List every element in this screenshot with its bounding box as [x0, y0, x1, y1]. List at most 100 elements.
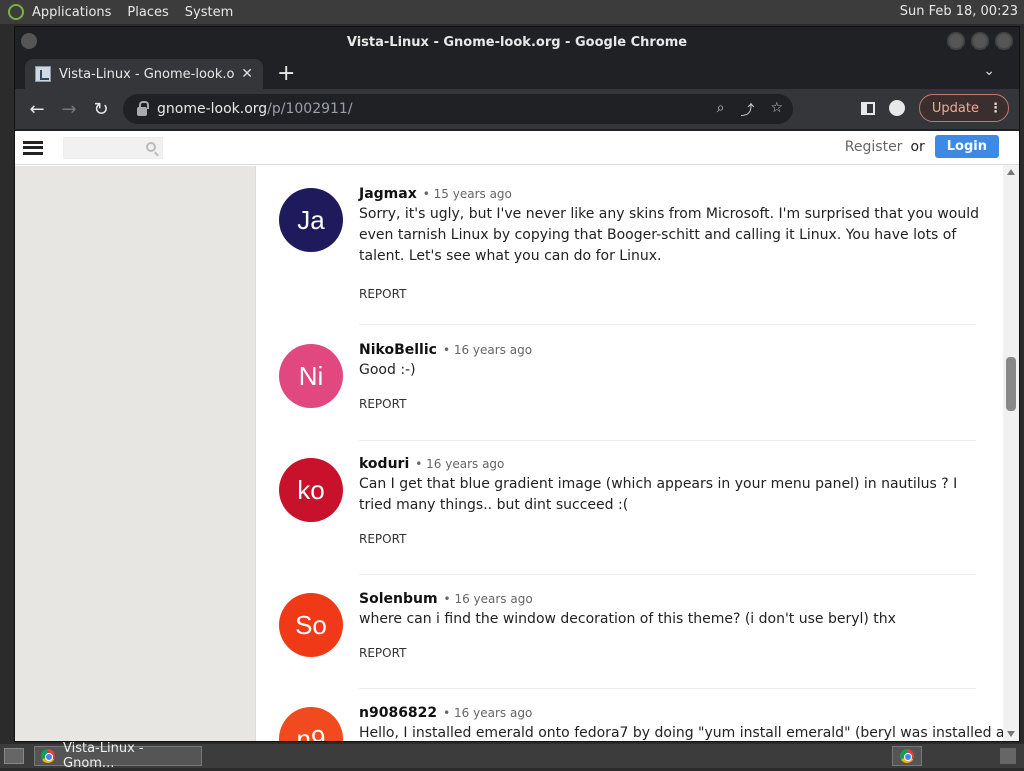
comment-body: NikoBellic • 16 years ago Good :-) REPORT — [359, 342, 979, 411]
comment-header: NikoBellic • 16 years ago — [359, 342, 979, 358]
report-link[interactable]: REPORT — [359, 397, 979, 411]
forward-button[interactable]: → — [53, 99, 85, 120]
site-search-input[interactable] — [63, 136, 163, 159]
comment-username[interactable]: Solenbum — [359, 591, 438, 607]
comment-text: Good :-) — [359, 362, 416, 378]
login-button[interactable]: Login — [934, 135, 999, 158]
scrollbar-thumb[interactable] — [1006, 357, 1016, 411]
window-titlebar[interactable]: Vista-Linux - Gnome-look.org - Google Ch… — [15, 27, 1019, 57]
panel-clock[interactable]: Sun Feb 18, 00:23 — [900, 4, 1018, 19]
avatar[interactable]: So — [279, 593, 343, 657]
avatar-initials: n9 — [296, 723, 326, 742]
tray-chrome-button[interactable] — [892, 746, 922, 766]
tab-active[interactable]: Vista-Linux - Gnome-look.org ✕ — [25, 59, 263, 89]
update-label: Update — [931, 100, 979, 116]
new-tab-button[interactable]: + — [277, 61, 295, 86]
comment-body: Solenbum • 16 years ago where can i find … — [359, 591, 979, 660]
comment-text: where can i find the window decoration o… — [359, 611, 896, 627]
avatar-initials: Ni — [298, 360, 324, 391]
applications-menu[interactable]: Applications — [32, 5, 111, 20]
comment-divider — [359, 574, 976, 575]
avatar[interactable]: Ja — [279, 188, 343, 252]
report-link[interactable]: REPORT — [359, 287, 979, 301]
page-scrollbar[interactable] — [1003, 165, 1019, 741]
hamburger-menu-icon[interactable] — [23, 140, 43, 155]
comment-body: n9086822 • 16 years ago Hello, I installe… — [359, 705, 1003, 741]
chrome-icon — [900, 749, 914, 763]
share-icon[interactable]: ⤴ — [740, 100, 754, 120]
report-link[interactable]: REPORT — [359, 532, 979, 546]
comment-divider — [359, 440, 976, 441]
more-menu-icon[interactable]: ⋮ — [989, 101, 1002, 116]
site-favicon-icon — [35, 66, 51, 82]
avatar-initials: So — [295, 609, 327, 640]
browser-toolbar: ← → ↻ gnome-look.org/p/1002911/ ⌕ ⤴ ☆ Up… — [15, 89, 1019, 129]
page-viewport: Register or Login Ja Jagmax • 15 years ag… — [15, 131, 1019, 741]
or-text: or — [910, 138, 925, 155]
comment-divider — [359, 324, 976, 325]
avatar[interactable]: Ni — [279, 344, 343, 408]
close-tab-icon[interactable]: ✕ — [241, 66, 253, 82]
comments-section: Ja Jagmax • 15 years ago Sorry, it's ugly… — [255, 166, 1003, 741]
avatar[interactable]: n9 — [279, 707, 343, 741]
omnibox-actions: ⌕ ⤴ ☆ — [717, 100, 793, 120]
report-link[interactable]: REPORT — [359, 646, 979, 660]
lock-icon[interactable] — [137, 100, 149, 116]
scroll-down-arrow-icon[interactable] — [1007, 731, 1015, 737]
left-sidebar — [15, 166, 255, 741]
search-icon[interactable]: ⌕ — [717, 100, 725, 120]
comment-divider — [359, 688, 976, 689]
comment-time: • 15 years ago — [422, 187, 512, 201]
tab-search-chevron-icon[interactable]: ⌄ — [983, 63, 995, 79]
window-menu-icon[interactable] — [21, 33, 37, 49]
comment-time: • 16 years ago — [443, 592, 533, 606]
comment-text: Can I get that blue gradient image (whic… — [359, 476, 958, 513]
url-path: /p/1002911/ — [267, 101, 353, 117]
show-desktop-icon[interactable] — [4, 748, 24, 764]
comment-text: Hello, I installed emerald onto fedora7 … — [359, 725, 1003, 741]
register-link[interactable]: Register — [845, 139, 903, 155]
address-bar[interactable]: gnome-look.org/p/1002911/ ⌕ ⤴ ☆ — [123, 94, 793, 124]
update-button[interactable]: Update ⋮ — [918, 94, 1009, 122]
comment-body: Jagmax • 15 years ago Sorry, it's ugly, b… — [359, 186, 979, 301]
avatar-initials: Ja — [297, 204, 325, 235]
scroll-up-arrow-icon[interactable] — [1007, 169, 1015, 175]
comment-time: • 16 years ago — [443, 706, 533, 720]
window-controls — [947, 32, 1013, 50]
chrome-icon — [41, 749, 55, 763]
top-panel: Applications Places System Sun Feb 18, 0… — [0, 0, 1024, 24]
minimize-icon[interactable] — [947, 32, 965, 50]
distro-logo-icon[interactable] — [8, 4, 24, 20]
avatar[interactable]: ko — [279, 458, 343, 522]
maximize-icon[interactable] — [971, 32, 989, 50]
comment-body: koduri • 16 years ago Can I get that blue… — [359, 456, 979, 546]
comment-header: Solenbum • 16 years ago — [359, 591, 979, 607]
taskbar-window-label: Vista-Linux - Gnom... — [63, 741, 144, 771]
comment-username[interactable]: NikoBellic — [359, 342, 437, 358]
window-title: Vista-Linux - Gnome-look.org - Google Ch… — [346, 34, 688, 50]
auth-links: Register or Login — [845, 135, 999, 158]
profile-icon[interactable] — [888, 100, 905, 116]
bottom-taskbar: Vista-Linux - Gnom... — [0, 741, 1024, 771]
url-host: gnome-look.org — [157, 101, 268, 117]
workspace-switcher-icon[interactable] — [1000, 748, 1016, 764]
reload-button[interactable]: ↻ — [85, 99, 117, 120]
comment-username[interactable]: koduri — [359, 456, 409, 472]
site-header: Register or Login — [15, 131, 1019, 165]
bookmark-star-icon[interactable]: ☆ — [770, 100, 783, 120]
back-button[interactable]: ← — [21, 99, 53, 120]
comment-username[interactable]: n9086822 — [359, 705, 437, 721]
taskbar-window-button[interactable]: Vista-Linux - Gnom... — [34, 741, 202, 771]
comment-header: Jagmax • 15 years ago — [359, 186, 979, 202]
browser-window: Vista-Linux - Gnome-look.org - Google Ch… — [14, 26, 1020, 742]
comment-username[interactable]: Jagmax — [359, 186, 417, 202]
avatar-initials: ko — [297, 474, 325, 505]
toolbar-right: Update ⋮ — [860, 94, 1009, 122]
close-window-icon[interactable] — [995, 32, 1013, 50]
side-panel-icon[interactable] — [860, 101, 875, 115]
comment-text: Sorry, it's ugly, but I've never like an… — [359, 206, 979, 264]
tab-strip: Vista-Linux - Gnome-look.org ✕ + ⌄ — [15, 57, 1019, 89]
search-icon[interactable] — [146, 141, 156, 152]
places-menu[interactable]: Places — [127, 5, 168, 20]
system-menu[interactable]: System — [185, 5, 233, 20]
